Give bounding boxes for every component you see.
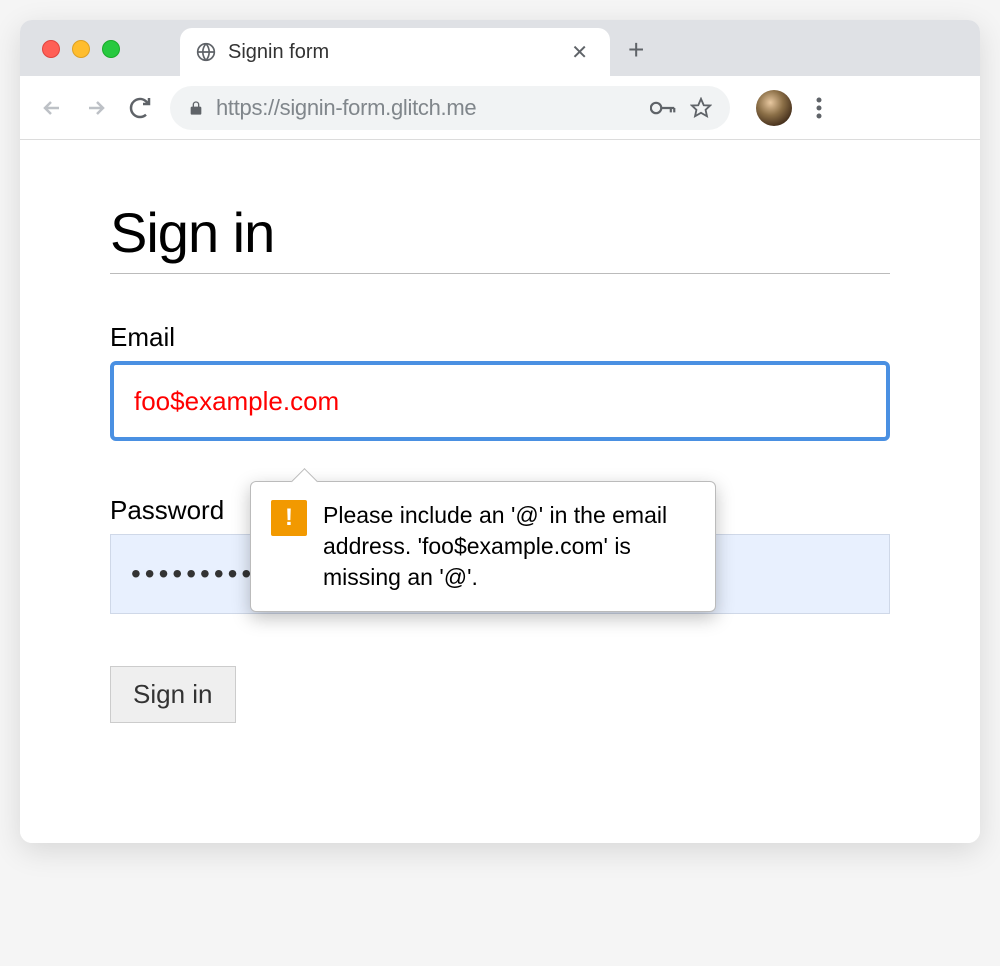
tab-title: Signin form [228,41,553,64]
forward-button[interactable] [82,94,110,122]
url-text: https://signin-form.glitch.me [216,95,638,121]
password-group: Password ! Please include an '@' in the … [110,495,890,614]
maximize-window-button[interactable] [102,40,120,58]
email-input[interactable] [110,361,890,441]
page-title: Sign in [110,200,890,274]
lock-icon [188,99,204,117]
browser-window: Signin form ✕ + [20,20,980,843]
address-bar[interactable]: https://signin-form.glitch.me [170,86,730,130]
signin-button[interactable]: Sign in [110,666,236,723]
new-tab-button[interactable]: + [628,34,644,66]
window-controls [42,40,120,58]
warning-icon: ! [271,500,307,536]
title-bar: Signin form ✕ + [20,20,980,76]
toolbar: https://signin-form.glitch.me [20,76,980,140]
minimize-window-button[interactable] [72,40,90,58]
email-group: Email [110,322,890,441]
email-label: Email [110,322,890,353]
reload-button[interactable] [126,94,154,122]
star-icon[interactable] [690,97,712,119]
close-tab-button[interactable]: ✕ [565,40,594,65]
key-icon[interactable] [650,100,676,116]
validation-message: Please include an '@' in the email addre… [323,500,695,593]
globe-icon [196,42,216,62]
close-window-button[interactable] [42,40,60,58]
menu-button[interactable] [816,97,822,119]
profile-avatar[interactable] [756,90,792,126]
back-button[interactable] [38,94,66,122]
validation-tooltip: ! Please include an '@' in the email add… [250,481,716,612]
page-content: Sign in Email Password ! Please include … [20,140,980,843]
browser-tab[interactable]: Signin form ✕ [180,28,610,76]
